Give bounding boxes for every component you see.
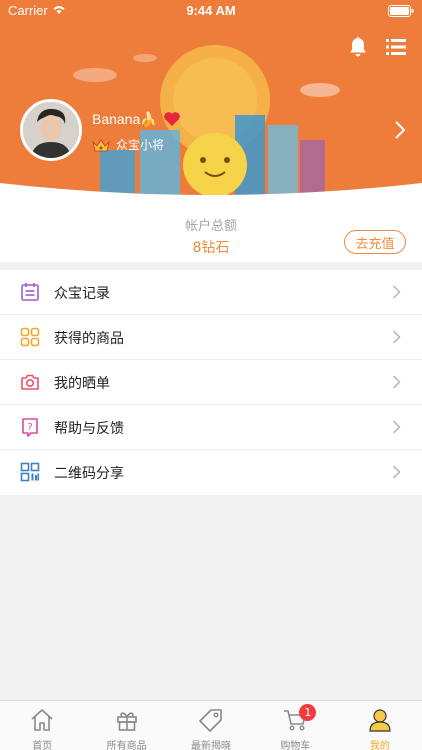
profile-header: Carrier 9:44 AM Banana🍌 众宝小将 [0,0,422,205]
menu-label: 二维码分享 [54,466,124,482]
tab-home[interactable]: 首页 [0,701,84,750]
tab-label: 首页 [32,741,53,750]
tab-all-products[interactable]: 所有商品 [84,701,168,750]
tab-label: 所有商品 [106,741,147,750]
cart-badge: 1 [299,704,317,721]
home-icon [31,709,53,731]
avatar[interactable] [20,99,82,161]
tab-mine[interactable]: 我的 [338,701,422,750]
qrcode-icon [20,462,40,482]
menu-item-qrcode-share[interactable]: 二维码分享 [0,450,422,495]
tab-label: 购物车 [280,741,311,750]
menu-label: 获得的商品 [54,331,124,347]
menu-label: 众宝记录 [54,286,110,302]
rank-row: 众宝小将 [92,136,164,153]
grid-icon [20,327,40,347]
tab-cart[interactable]: 1 购物车 [253,701,337,750]
svg-text:?: ? [27,422,32,433]
chevron-right-icon [392,420,401,434]
heart-icon [164,112,180,126]
gift-icon [116,712,137,731]
status-bar: Carrier 9:44 AM [0,0,422,22]
menu-item-my-posts[interactable]: 我的晒单 [0,360,422,405]
tab-label: 最新揭晓 [191,741,232,750]
tab-label: 我的 [369,741,390,750]
bell-icon[interactable] [348,36,368,58]
tag-icon [199,709,222,732]
menu-label: 我的晒单 [54,376,110,392]
chevron-right-icon [392,375,401,389]
user-icon [369,709,391,732]
battery-icon [388,5,414,17]
chevron-right-icon [392,465,401,479]
calendar-icon [21,283,39,301]
list-menu-icon[interactable] [386,38,406,56]
rank-label: 众宝小将 [116,138,165,152]
menu-label: 帮助与反馈 [54,421,124,437]
tab-bar: 首页 所有商品 最新揭晓 1 购物车 我的 [0,700,422,750]
chevron-right-icon[interactable] [394,120,406,140]
recharge-button[interactable]: 去充值 [344,230,406,254]
tab-latest-reveal[interactable]: 最新揭晓 [169,701,253,750]
menu-list: 众宝记录 获得的商品 我的晒单 ? 帮助与反馈 二维码分享 [0,270,422,495]
menu-item-records[interactable]: 众宝记录 [0,270,422,315]
help-icon: ? [22,418,38,437]
status-time: 9:44 AM [186,3,236,18]
crown-icon [92,138,110,151]
menu-item-help-feedback[interactable]: ? 帮助与反馈 [0,405,422,450]
avatar-photo [23,102,79,158]
menu-item-won-products[interactable]: 获得的商品 [0,315,422,360]
account-summary: 帐户总额 8钻石 去充值 [0,205,422,262]
chevron-right-icon [392,285,401,299]
chevron-right-icon [392,330,401,344]
header-curve [0,183,422,205]
username: Banana🍌 [92,111,158,127]
camera-icon [21,374,39,390]
